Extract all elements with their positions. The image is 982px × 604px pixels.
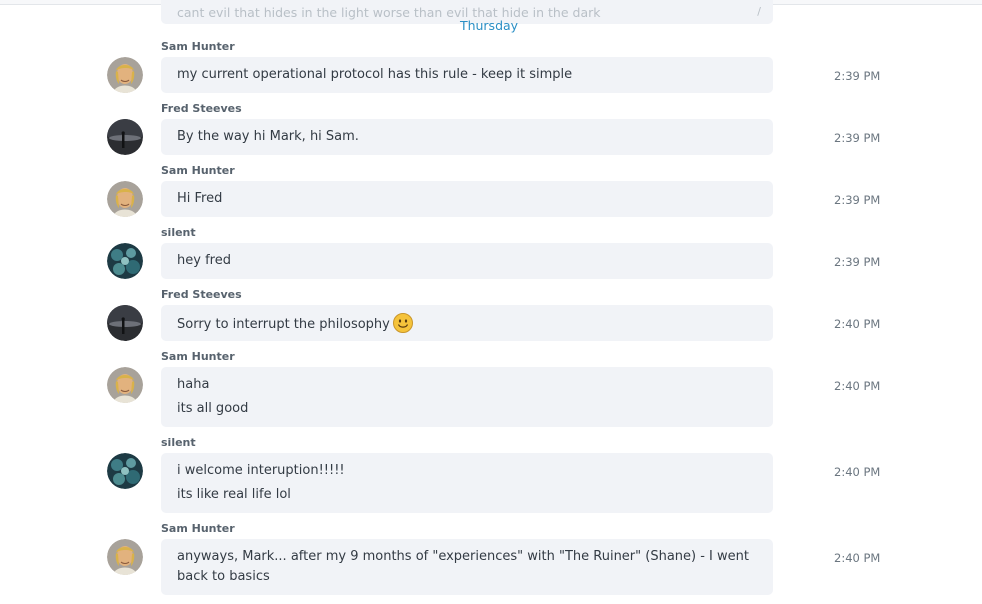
message-timestamp: 2:39 PM: [834, 69, 881, 83]
message-text: hey fred: [177, 253, 231, 268]
message-bubble[interactable]: Hi Fred: [161, 181, 773, 217]
message-text: haha: [177, 377, 210, 392]
message-text: its all good: [177, 401, 249, 416]
message-text: By the way hi Mark, hi Sam.: [177, 129, 359, 144]
message-timestamp: 2:39 PM: [834, 193, 881, 207]
message-bubble[interactable]: Sorry to interrupt the philosophy: [161, 305, 773, 341]
message-bubble[interactable]: anyways, Mark... after my 9 months of "e…: [161, 539, 773, 595]
message-bubble[interactable]: haha its all good: [161, 367, 773, 427]
message-author[interactable]: silent: [161, 436, 196, 449]
silent-avatar[interactable]: [107, 453, 143, 489]
message-author[interactable]: Sam Hunter: [161, 164, 235, 177]
message-text: i welcome interuption!!!!!: [177, 463, 345, 478]
message-bubble[interactable]: hey fred: [161, 243, 773, 279]
message-author[interactable]: Sam Hunter: [161, 40, 235, 53]
message-timestamp: 2:40 PM: [834, 465, 881, 479]
message-bubble[interactable]: my current operational protocol has this…: [161, 57, 773, 93]
message-author[interactable]: Sam Hunter: [161, 522, 235, 535]
message-text: anyways, Mark... after my 9 months of "e…: [177, 549, 749, 584]
silent-avatar[interactable]: [107, 243, 143, 279]
message-line: Sorry to interrupt the philosophy: [177, 313, 757, 335]
message-timestamp: 2:39 PM: [834, 255, 881, 269]
fred-steeves-avatar[interactable]: [107, 305, 143, 341]
message-bubble[interactable]: By the way hi Mark, hi Sam.: [161, 119, 773, 155]
message-text: my current operational protocol has this…: [177, 67, 573, 82]
sam-hunter-avatar[interactable]: [107, 367, 143, 403]
message-text: Hi Fred: [177, 191, 223, 206]
fred-steeves-avatar[interactable]: [107, 119, 143, 155]
message-timestamp: 2:40 PM: [834, 317, 881, 331]
message-author[interactable]: silent: [161, 226, 196, 239]
message-author[interactable]: Fred Steeves: [161, 288, 242, 301]
day-separator: Thursday: [459, 18, 519, 33]
message-author[interactable]: Fred Steeves: [161, 102, 242, 115]
message-text: its like real life lol: [177, 487, 291, 502]
message-bubble[interactable]: i welcome interuption!!!!! its like real…: [161, 453, 773, 513]
message-timestamp: 2:39 PM: [834, 131, 881, 145]
sam-hunter-avatar[interactable]: [107, 539, 143, 575]
message-edited-icon: /: [757, 5, 761, 18]
message-author[interactable]: Sam Hunter: [161, 350, 235, 363]
sam-hunter-avatar[interactable]: [107, 181, 143, 217]
message-text: Sorry to interrupt the philosophy: [177, 317, 390, 332]
message-timestamp: 2:40 PM: [834, 551, 881, 565]
message-timestamp: 2:40 PM: [834, 379, 881, 393]
sam-hunter-avatar[interactable]: [107, 57, 143, 93]
smile-emoji-icon: [392, 313, 413, 333]
